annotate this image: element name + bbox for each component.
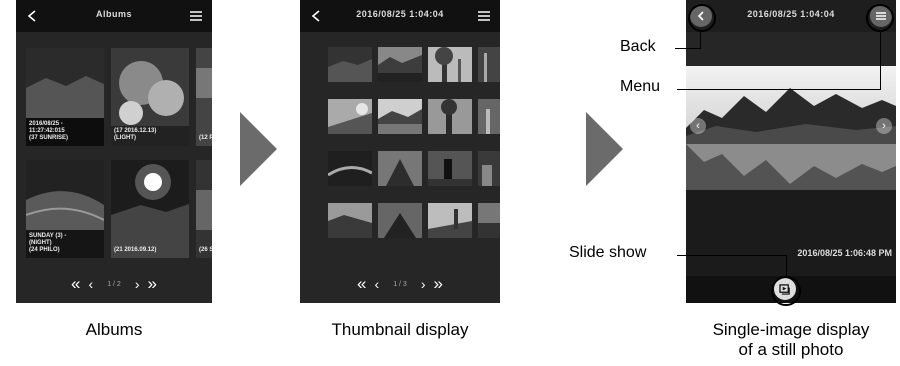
album-caption: (17 2016.12.13) (LIGHT) bbox=[114, 128, 157, 141]
pager: « ‹ 1 / 2 › » bbox=[16, 271, 212, 297]
thumbnail[interactable] bbox=[478, 151, 500, 186]
thumbnail-screen: 2016/08/25 1:04:04 « ‹ 1 / 3 › » bbox=[300, 0, 500, 303]
next-page-button[interactable]: › bbox=[135, 276, 140, 292]
album-tile[interactable]: (26 SUN) bbox=[196, 160, 212, 258]
next-image-icon[interactable]: › bbox=[876, 118, 892, 134]
first-page-button[interactable]: « bbox=[71, 274, 80, 294]
callout-label-menu: Menu bbox=[620, 78, 661, 95]
menu-button[interactable] bbox=[474, 6, 494, 26]
thumbnail[interactable] bbox=[428, 151, 472, 186]
caption-line-2: of a still photo bbox=[738, 340, 844, 359]
album-caption: (26 SUN) bbox=[199, 247, 212, 253]
top-bar: 2016/08/25 1:04:04 bbox=[300, 0, 500, 32]
thumbnail[interactable] bbox=[478, 47, 500, 82]
back-highlight-circle bbox=[688, 4, 716, 32]
thumbnail[interactable] bbox=[328, 203, 372, 238]
callout-line-back bbox=[675, 48, 700, 49]
screen-title: 2016/08/25 1:04:04 bbox=[747, 9, 835, 19]
thumbnail[interactable] bbox=[478, 203, 500, 238]
caption-line-1: Single-image display bbox=[712, 320, 870, 339]
thumbnail[interactable] bbox=[328, 99, 372, 134]
callout-line-menu-vertical bbox=[880, 31, 881, 90]
last-page-button[interactable]: » bbox=[433, 274, 442, 294]
album-caption: (21 2016.09.12) bbox=[114, 247, 157, 253]
screen-title: Albums bbox=[95, 9, 132, 19]
album-caption: SUNDAY (3) - (NIGHT) (24 PHILO) bbox=[29, 233, 67, 253]
thumbnail[interactable] bbox=[478, 99, 500, 134]
albums-screen: Albums 2016/08/25 - 11:27:42:015 (37 SUN… bbox=[16, 0, 212, 303]
album-cover bbox=[196, 160, 212, 258]
prev-image-icon[interactable]: ‹ bbox=[690, 118, 706, 134]
panel-caption-albums: Albums bbox=[85, 320, 143, 339]
callout-label-back: Back bbox=[620, 38, 656, 55]
album-caption: 2016/08/25 - 11:27:42:015 (37 SUNRISE) bbox=[29, 121, 69, 141]
album-cover bbox=[111, 160, 189, 258]
forward-arrow-icon bbox=[240, 112, 277, 186]
album-tile[interactable]: 2016/08/25 - 11:27:42:015 (37 SUNRISE) bbox=[26, 48, 104, 146]
menu-button[interactable] bbox=[186, 6, 206, 26]
top-bar: Albums bbox=[16, 0, 212, 32]
callout-line-slideshow bbox=[677, 255, 786, 256]
back-button[interactable] bbox=[306, 6, 326, 26]
forward-arrow-icon bbox=[586, 112, 623, 186]
thumbnail[interactable] bbox=[328, 151, 372, 186]
thumbnail[interactable] bbox=[378, 151, 422, 186]
slideshow-highlight-circle bbox=[771, 276, 801, 306]
thumbnail[interactable] bbox=[378, 203, 422, 238]
album-tile[interactable]: (12 PHILO) bbox=[196, 48, 212, 146]
menu-highlight-circle bbox=[866, 4, 894, 32]
prev-page-button[interactable]: ‹ bbox=[375, 276, 380, 292]
single-image-screen: 2016/08/25 1:04:04 ‹ › 2016/08/25 1:06:4… bbox=[686, 0, 896, 303]
pager: « ‹ 1 / 3 › » bbox=[300, 271, 500, 297]
page-indicator: 1 / 2 bbox=[107, 280, 121, 288]
thumbnail[interactable] bbox=[378, 47, 422, 82]
callout-line-slideshow-vertical bbox=[786, 255, 787, 277]
capture-date-text: 2016/08/25 1:06:48 PM bbox=[797, 248, 892, 258]
page-indicator: 1 / 3 bbox=[393, 280, 407, 288]
callout-line-back-vertical bbox=[700, 31, 701, 49]
callout-label-slideshow: Slide show bbox=[569, 244, 647, 261]
thumbnail[interactable] bbox=[428, 203, 472, 238]
thumbnail[interactable] bbox=[428, 99, 472, 134]
last-page-button[interactable]: » bbox=[147, 274, 156, 294]
screen-title: 2016/08/25 1:04:04 bbox=[356, 9, 444, 19]
panel-caption-thumbnails: Thumbnail display bbox=[331, 320, 469, 339]
thumbnail[interactable] bbox=[328, 47, 372, 82]
menu-icon bbox=[190, 11, 202, 21]
first-page-button[interactable]: « bbox=[357, 274, 366, 294]
back-icon bbox=[27, 10, 36, 22]
album-tile[interactable]: SUNDAY (3) - (NIGHT) (24 PHILO) bbox=[26, 160, 104, 258]
album-tile[interactable]: (21 2016.09.12) bbox=[111, 160, 189, 258]
next-page-button[interactable]: › bbox=[421, 276, 426, 292]
back-button[interactable] bbox=[22, 6, 42, 26]
menu-icon bbox=[478, 11, 490, 21]
callout-line-menu bbox=[677, 89, 880, 90]
back-icon bbox=[311, 10, 320, 22]
thumbnail[interactable] bbox=[428, 47, 472, 82]
main-photo bbox=[686, 66, 896, 190]
prev-page-button[interactable]: ‹ bbox=[89, 276, 94, 292]
album-cover bbox=[196, 48, 212, 146]
album-caption: (12 PHILO) bbox=[199, 135, 212, 141]
panel-caption-single: Single-image display of a still photo bbox=[682, 320, 900, 360]
thumbnail[interactable] bbox=[378, 99, 422, 134]
album-tile[interactable]: (17 2016.12.13) (LIGHT) bbox=[111, 48, 189, 146]
info-area bbox=[686, 190, 896, 276]
top-bar: 2016/08/25 1:04:04 bbox=[686, 0, 896, 32]
